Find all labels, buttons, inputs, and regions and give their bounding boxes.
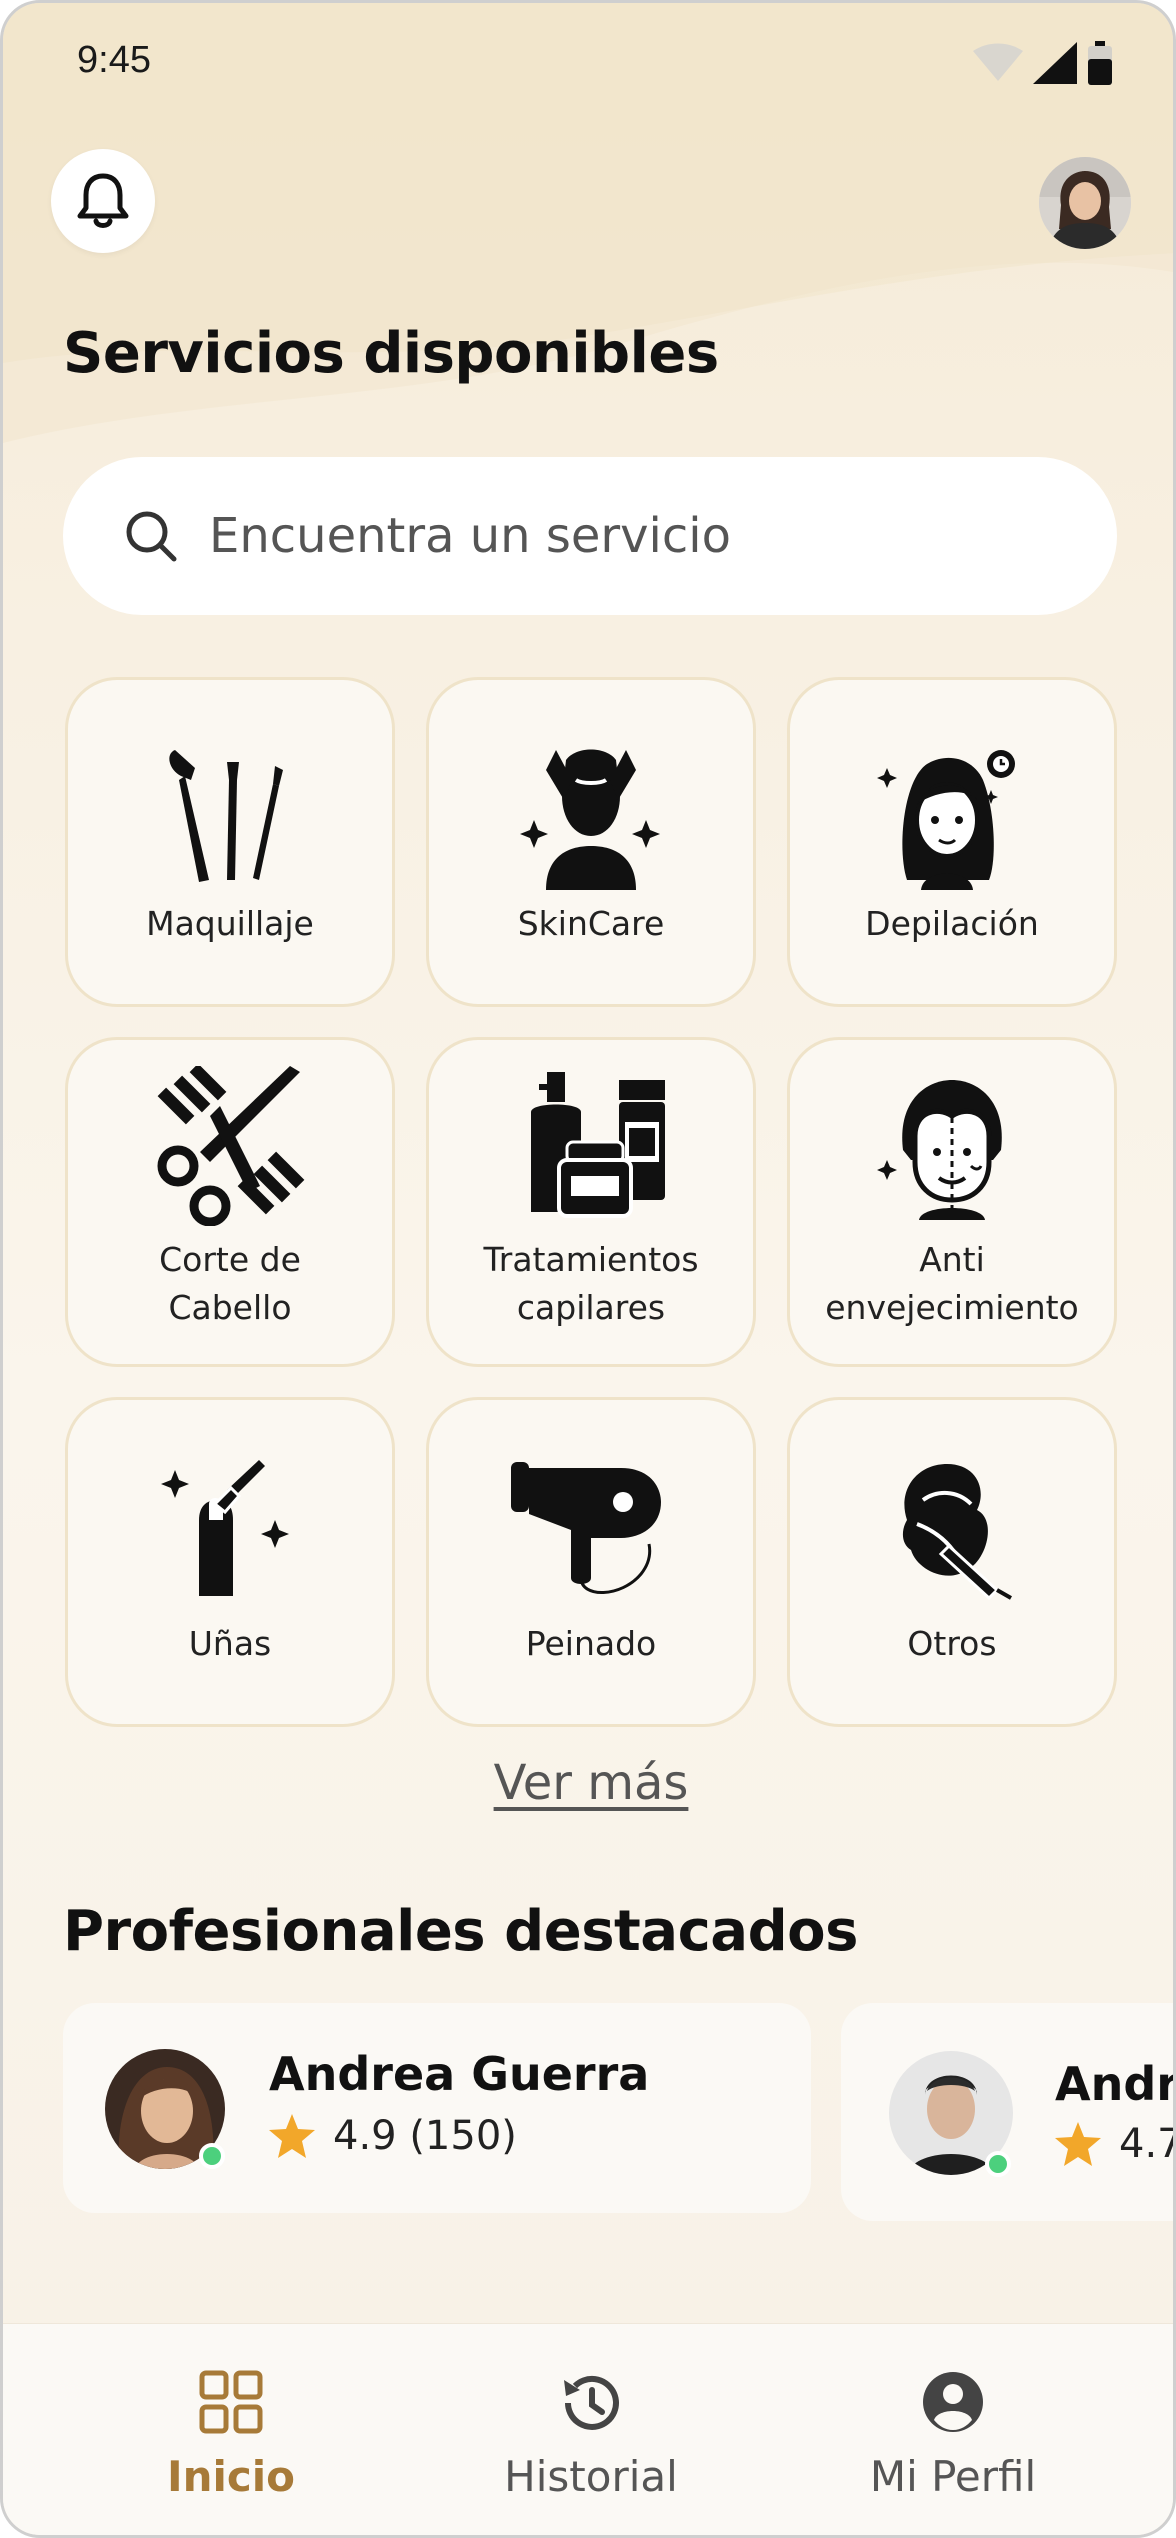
star-icon xyxy=(269,2114,315,2158)
online-status-indicator xyxy=(199,2143,225,2169)
star-icon xyxy=(1055,2122,1101,2166)
avatar xyxy=(1039,157,1131,249)
face-massage-icon xyxy=(520,749,660,890)
status-icons xyxy=(973,41,1113,85)
user-circle-icon xyxy=(923,2372,983,2432)
search-icon xyxy=(126,511,177,562)
search-placeholder: Encuentra un servicio xyxy=(209,508,731,564)
service-card-unas[interactable]: Uñas xyxy=(65,1397,395,1727)
nav-item-mi-perfil[interactable]: Mi Perfil xyxy=(803,2370,1103,2501)
professional-card-andrea-guerra[interactable]: Andrea Guerra 4.9 (150) xyxy=(63,2003,811,2213)
service-label: Anti envejecimiento xyxy=(825,1240,1079,1327)
professional-card-andre[interactable]: Andre 4.7 xyxy=(841,2003,1173,2221)
online-status-indicator xyxy=(985,2151,1011,2177)
nav-label: Historial xyxy=(504,2452,678,2501)
hair-products-icon xyxy=(531,1072,665,1218)
services-title: Servicios disponibles xyxy=(63,321,719,386)
professional-rating: 4.7 xyxy=(1055,2121,1173,2167)
service-card-otros[interactable]: Otros xyxy=(787,1397,1117,1727)
service-label: Uñas xyxy=(188,1624,272,1663)
nav-item-inicio[interactable]: Inicio xyxy=(81,2370,381,2501)
service-label: Tratamientos capilares xyxy=(483,1240,699,1327)
search-input[interactable]: Encuentra un servicio xyxy=(63,457,1117,615)
see-more-link[interactable]: Ver más xyxy=(3,1755,1173,1811)
nav-label: Mi Perfil xyxy=(869,2452,1037,2501)
service-card-peinado[interactable]: Peinado xyxy=(426,1397,756,1727)
service-label: Depilación xyxy=(865,904,1039,943)
notifications-button[interactable] xyxy=(51,149,155,253)
app-screen: 9:45 Servicios disponibles Encuentra un … xyxy=(0,0,1176,2538)
status-time: 9:45 xyxy=(77,39,151,81)
hair-towel-syringe-icon xyxy=(902,1464,1012,1600)
service-label: Corte de Cabello xyxy=(159,1240,301,1327)
scissors-comb-icon xyxy=(157,1066,305,1226)
signal-icon xyxy=(1033,42,1077,84)
service-label: SkinCare xyxy=(517,904,665,943)
service-card-skincare[interactable]: SkinCare xyxy=(426,677,756,1007)
bell-icon xyxy=(77,173,129,228)
hair-dryer-icon xyxy=(511,1462,661,1594)
service-label: Peinado xyxy=(525,1624,657,1663)
woman-face-icon xyxy=(877,750,1015,890)
wifi-icon xyxy=(973,43,1023,81)
nail-polish-icon xyxy=(161,1460,289,1596)
service-label: Maquillaje xyxy=(146,904,314,943)
service-card-tratamientos-capilares[interactable]: Tratamientos capilares xyxy=(426,1037,756,1367)
makeup-brushes-icon xyxy=(169,750,283,882)
professional-rating: 4.9 (150) xyxy=(269,2113,517,2159)
bottom-navigation: Inicio Historial Mi Perfil xyxy=(3,2323,1173,2535)
status-bar: 9:45 xyxy=(3,3,1173,123)
service-card-depilacion[interactable]: Depilación xyxy=(787,677,1117,1007)
nav-label: Inicio xyxy=(166,2452,296,2501)
service-card-corte-de-cabello[interactable]: Corte de Cabello xyxy=(65,1037,395,1367)
professionals-title: Profesionales destacados xyxy=(63,1899,858,1964)
service-card-maquillaje[interactable]: Maquillaje xyxy=(65,677,395,1007)
professional-name: Andrea Guerra xyxy=(269,2047,650,2101)
profile-avatar[interactable] xyxy=(1039,157,1131,249)
nav-item-historial[interactable]: Historial xyxy=(441,2370,741,2501)
aging-face-icon xyxy=(877,1080,1002,1220)
grid-icon xyxy=(199,2370,263,2434)
professional-name: Andre xyxy=(1055,2057,1173,2111)
history-icon xyxy=(564,2375,619,2430)
service-card-anti-envejecimiento[interactable]: Anti envejecimiento xyxy=(787,1037,1117,1367)
service-label: Otros xyxy=(907,1624,997,1663)
battery-icon xyxy=(1088,41,1112,85)
